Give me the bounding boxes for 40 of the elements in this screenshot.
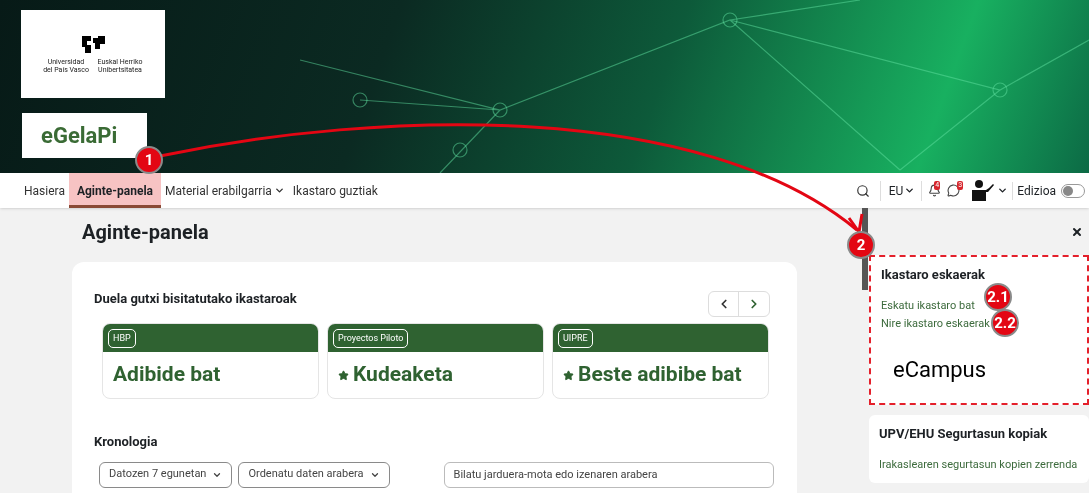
course-name: Adibide bat <box>113 361 221 389</box>
chevron-down-icon <box>904 185 916 196</box>
filter-dropdown[interactable]: Datozen 7 egunetan <box>99 461 233 488</box>
search-field[interactable]: Bilatu jarduera-mota edo izenaren arabera <box>443 461 774 488</box>
chevron-down-icon <box>273 185 285 196</box>
course-name: Kudeaketa <box>353 361 453 389</box>
block-link[interactable]: Nire ikastaro eskaerak <box>881 314 990 333</box>
course-card[interactable]: HBP Adibide bat <box>102 323 319 399</box>
section-title: Kronologia <box>94 433 159 451</box>
section-title: Duela gutxi bisitatutako ikastaroak <box>94 290 297 308</box>
ecampus-logo: eCampus <box>893 355 988 384</box>
nav-tab[interactable]: Hasiera <box>20 173 69 208</box>
block-title: Ikastaro eskaerak <box>881 266 986 284</box>
search-icon[interactable] <box>855 183 870 198</box>
category-label: UIPRE <box>558 328 593 348</box>
language-menu[interactable]: EU <box>879 180 922 201</box>
category-label: Proyectos Piloto <box>333 328 409 348</box>
course-card[interactable]: Proyectos Piloto Kudeaketa <box>327 323 544 399</box>
nav-tab[interactable]: Ikastaro guztiak <box>288 173 382 208</box>
star-icon <box>563 369 574 381</box>
chevron-down-icon[interactable] <box>997 185 1009 196</box>
filter-dropdown[interactable]: Ordenatu daten arabera <box>238 461 390 488</box>
course-card[interactable]: UIPRE Beste adibibe bat <box>552 323 769 399</box>
nav-tab[interactable]: Aginte-panela <box>68 173 161 208</box>
bell-icon[interactable] <box>928 184 942 197</box>
star-icon <box>338 369 349 381</box>
message-icon[interactable] <box>947 184 961 197</box>
annotation-badge: 2 <box>847 231 875 259</box>
block-title: UPV/EHU Segurtasun kopiak <box>879 425 1049 443</box>
block-link[interactable]: Irakaslearen segurtasun kopien zerrenda <box>879 455 1078 474</box>
emblem-icon <box>80 34 106 54</box>
block-link[interactable]: Eskatu ikastaro bat <box>881 296 975 315</box>
page-title: Aginte-panela <box>82 220 210 244</box>
course-name: Beste adibibe bat <box>578 361 742 389</box>
category-label: HBP <box>108 328 136 348</box>
site-name-label: eGelaPi <box>22 113 147 158</box>
edit-mode-label: Edizioa <box>1012 181 1056 200</box>
nav-tab[interactable]: Material erabilgarria <box>161 173 289 208</box>
edit-mode-toggle[interactable] <box>1061 183 1085 198</box>
close-icon[interactable] <box>1071 225 1083 238</box>
